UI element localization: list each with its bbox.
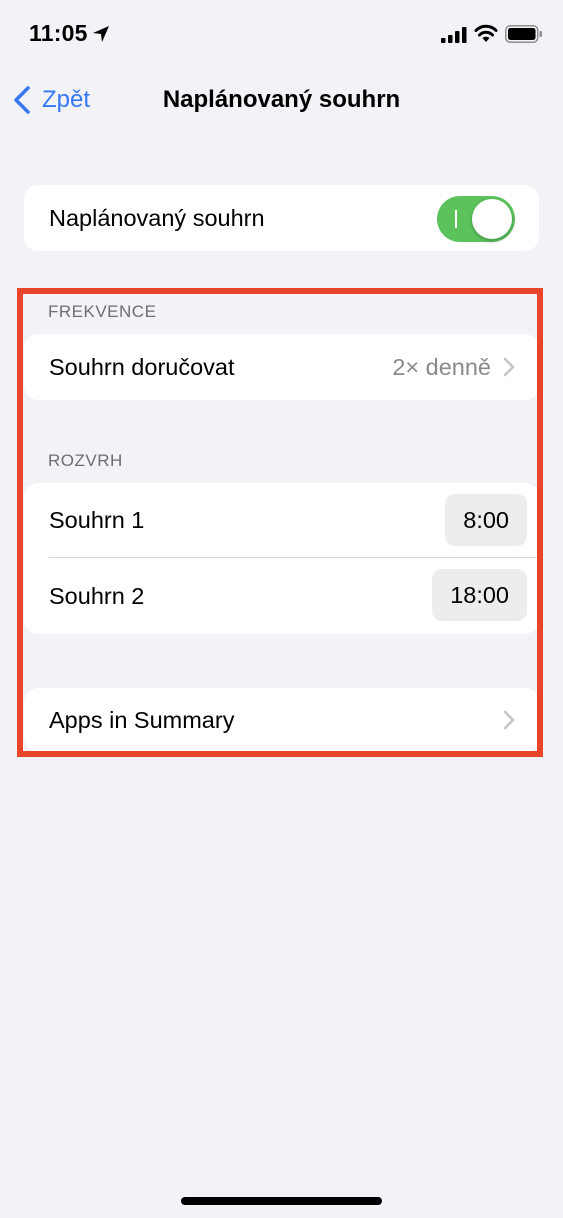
chevron-right-icon — [503, 357, 515, 377]
battery-icon — [505, 25, 542, 43]
frequency-header: FREKVENCE — [48, 302, 157, 321]
apps-in-summary-row[interactable]: Apps in Summary — [24, 688, 539, 752]
time-picker-button[interactable]: 18:00 — [432, 569, 527, 621]
apps-in-summary-label: Apps in Summary — [49, 706, 235, 733]
deliver-summary-value: 2× denně — [392, 353, 491, 380]
chevron-right-icon — [503, 710, 515, 730]
toggle-on-mark — [455, 210, 457, 228]
schedule-row: Souhrn 1 8:00 — [24, 483, 539, 558]
summary-toggle-row: Naplánovaný souhrn — [24, 185, 539, 251]
back-label: Zpět — [42, 86, 91, 113]
schedule-row: Souhrn 2 18:00 — [24, 558, 539, 634]
location-arrow-icon — [93, 26, 109, 42]
chevron-left-icon — [14, 86, 30, 114]
summary-toggle-group: Naplánovaný souhrn — [24, 185, 539, 251]
back-button[interactable]: Zpět — [12, 84, 90, 116]
summary-toggle-switch[interactable] — [437, 196, 515, 242]
home-indicator — [181, 1197, 382, 1205]
schedule-header: ROZVRH — [48, 451, 123, 470]
apps-group: Apps in Summary — [24, 688, 539, 752]
frequency-group: Souhrn doručovat 2× denně — [24, 334, 539, 400]
deliver-summary-label: Souhrn doručovat — [49, 353, 235, 380]
status-bar: 11:05 — [0, 0, 563, 70]
deliver-summary-row[interactable]: Souhrn doručovat 2× denně — [24, 334, 539, 400]
status-time: 11:05 — [29, 20, 88, 46]
toggle-knob — [472, 199, 512, 239]
time-picker-button[interactable]: 8:00 — [445, 494, 527, 546]
cellular-signal-icon — [441, 27, 467, 43]
navigation-bar: Naplánovaný souhrn Zpět — [0, 70, 563, 130]
wifi-icon — [474, 24, 498, 42]
schedule-group: Souhrn 1 8:00 Souhrn 2 18:00 — [24, 483, 539, 634]
